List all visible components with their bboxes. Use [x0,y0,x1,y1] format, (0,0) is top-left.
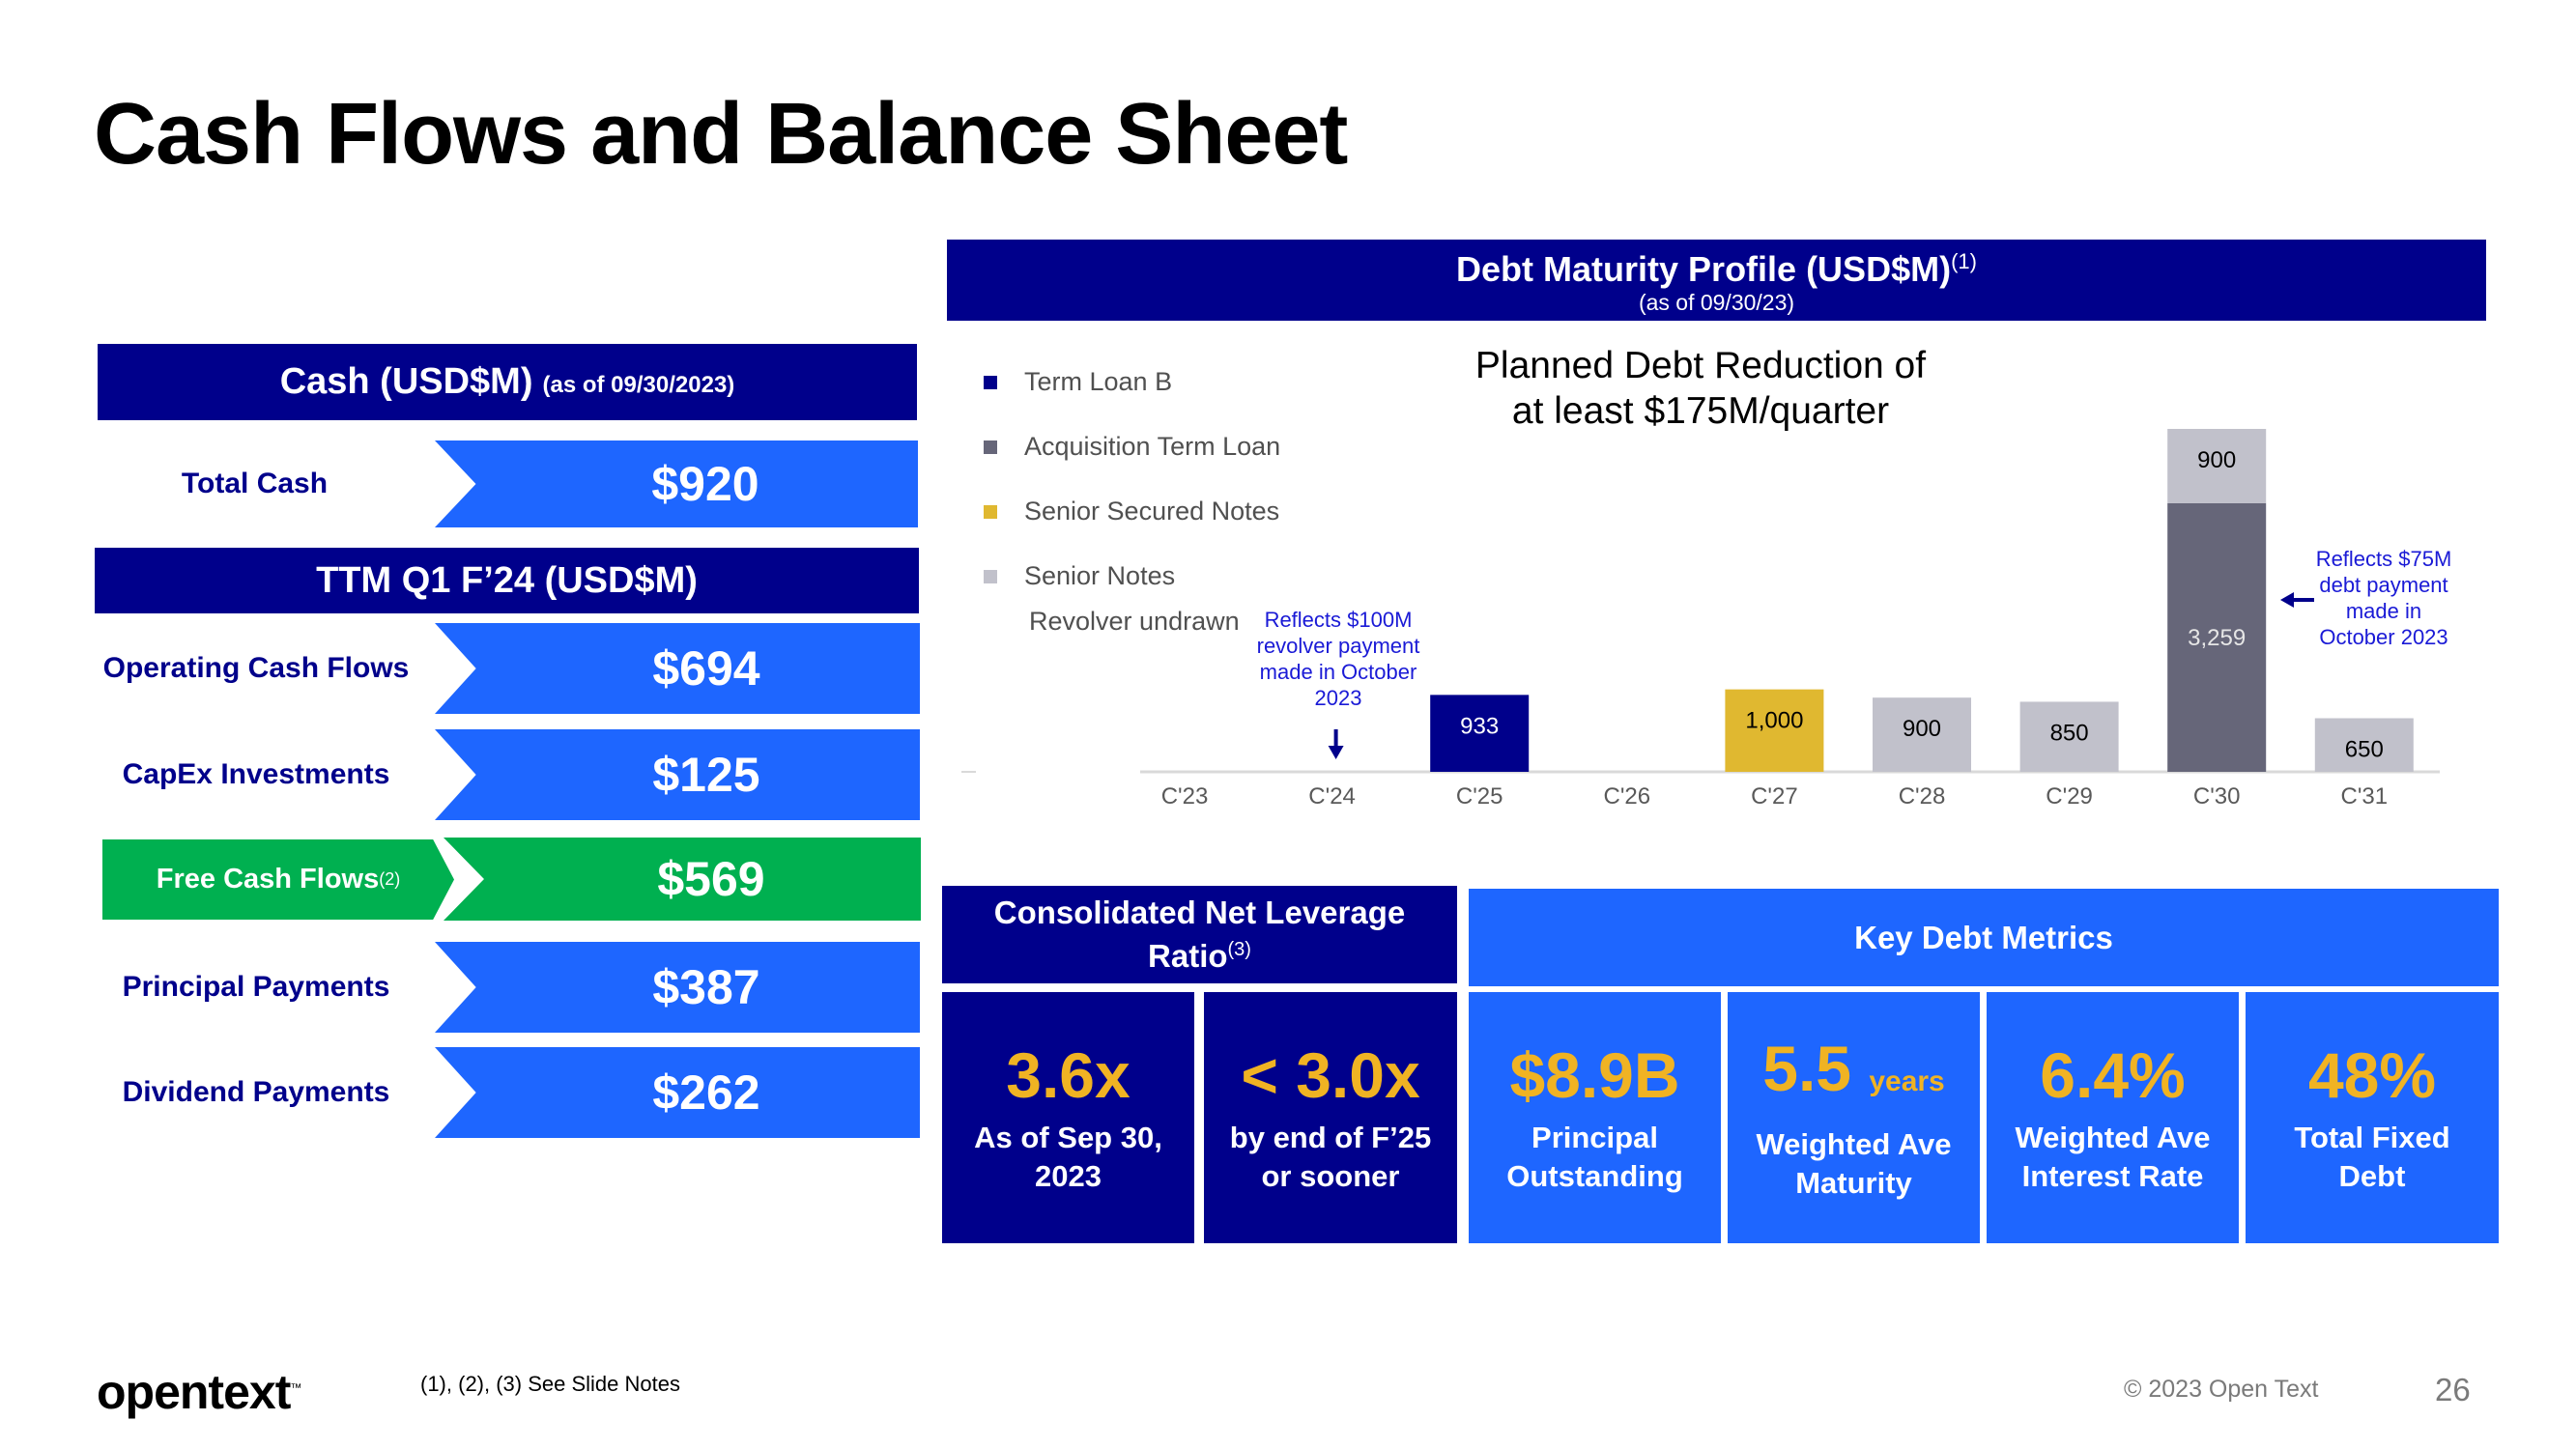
leverage-header: Consolidated Net Leverage Ratio(3) [942,886,1457,983]
x-tick-label: C'26 [1603,783,1650,810]
x-tick-label: C'24 [1308,783,1356,810]
footnote-3-marker: (3) [1227,939,1251,960]
metric-value: 3.6x [1006,1039,1131,1111]
x-tick-label: C'28 [1899,783,1946,810]
x-tick-label: C'25 [1456,783,1503,810]
arrow-down-icon [1328,746,1344,759]
data-label: 1,000 [1745,708,1803,734]
copyright: © 2023 Open Text [2124,1376,2319,1403]
footnotes: (1), (2), (3) See Slide Notes [420,1372,680,1396]
metric-unit: years [1869,1065,1945,1097]
metric-label: Total Fixed Debt [2294,1121,2450,1193]
metric-value: 48% [2307,1039,2437,1111]
weighted-ave-maturity-metric: 5.5 years Weighted Ave Maturity [1728,992,1980,1243]
metric-value: 6.4% [2040,1039,2186,1111]
data-label: 850 [2050,720,2089,746]
key-debt-metrics-header: Key Debt Metrics [1469,889,2499,986]
annotation-c30: Reflects $75M debt payment made in Octob… [2315,547,2452,649]
metric-value: $8.9B [1509,1039,1680,1111]
arrow-left-icon [2280,592,2294,608]
opentext-logo: opentext™ [97,1365,302,1419]
weighted-ave-interest-rate-metric: 6.4% Weighted Ave Interest Rate [1987,992,2239,1243]
total-fixed-debt-metric: 48% Total Fixed Debt [2246,992,2499,1243]
metric-label: by end of F’25 or sooner [1229,1121,1432,1193]
leverage-target-metric: < 3.0x by end of F’25 or sooner [1204,992,1457,1243]
data-label: 900 [1903,716,1941,742]
metric-label: Principal Outstanding [1506,1121,1683,1193]
metric-label: As of Sep 30, 2023 [974,1121,1162,1193]
leverage-current-metric: 3.6x As of Sep 30, 2023 [942,992,1194,1243]
principal-outstanding-metric: $8.9B Principal Outstanding [1469,992,1721,1243]
data-label: 650 [2345,737,2384,763]
x-tick-label: C'27 [1751,783,1798,810]
x-tick-label: C'29 [2046,783,2093,810]
page-number: 26 [2435,1372,2471,1407]
metric-value: 5.5 years [1762,1033,1945,1104]
data-label: 900 [2197,447,2236,473]
x-tick-label: C'30 [2193,783,2241,810]
data-label: 3,259 [2188,625,2246,651]
metric-value: < 3.0x [1241,1039,1420,1111]
annotation-c24: Reflects $100M revolver payment made in … [1256,608,1420,710]
x-tick-label: C'23 [1161,783,1209,810]
leverage-header-text: Consolidated Net Leverage Ratio [993,895,1406,974]
metric-label: Weighted Ave Maturity [1756,1127,1952,1200]
x-tick-label: C'31 [2340,783,2388,810]
metric-label: Weighted Ave Interest Rate [2015,1121,2211,1193]
data-label: 933 [1460,713,1499,739]
